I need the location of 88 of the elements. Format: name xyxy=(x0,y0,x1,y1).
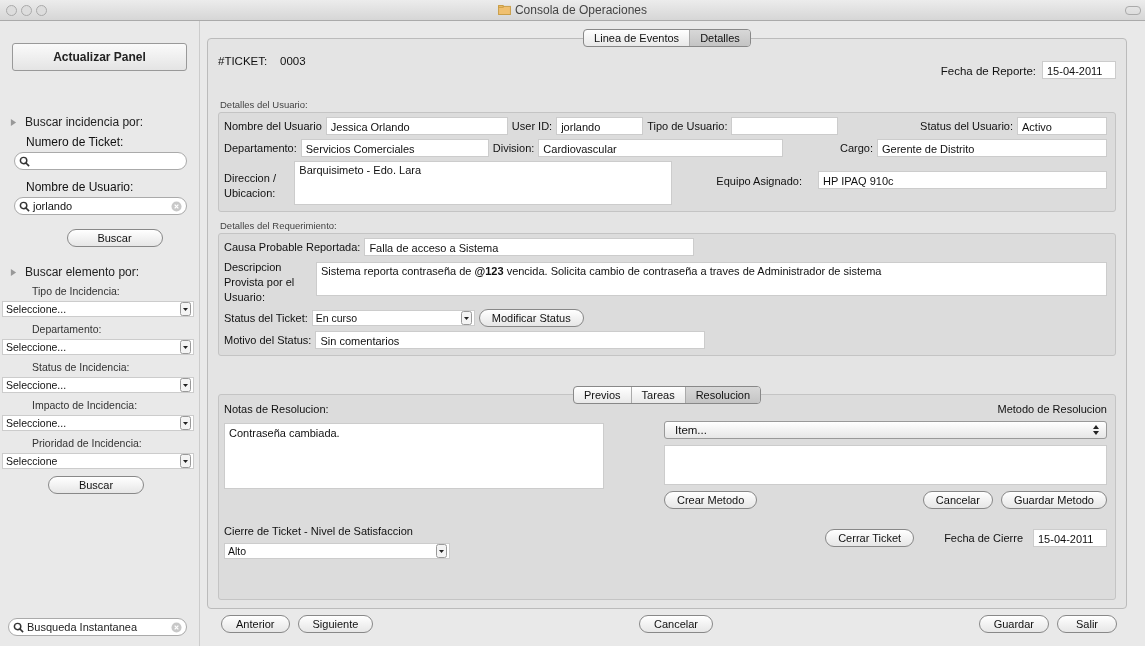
date-field[interactable]: 15-04-2011 xyxy=(1033,529,1107,547)
text-field[interactable]: jorlando xyxy=(556,117,644,135)
tab[interactable]: Resolucion xyxy=(685,387,761,403)
dropdown[interactable]: Alto xyxy=(224,543,450,559)
text-field[interactable]: Falla de acceso a Sistema xyxy=(364,238,695,256)
field-label: Notas de Resolucion: xyxy=(224,403,330,415)
filter-label: Impacto de Incidencia: xyxy=(32,399,139,411)
date-field[interactable]: 15-04-2011 xyxy=(1042,61,1116,79)
save-method-button[interactable]: Guardar Metodo xyxy=(1000,491,1107,509)
text-area[interactable]: Sistema reporta contraseña de @123 vencida. Solicita cambio de contraseña a traves de Administrador de sistema xyxy=(316,262,1107,296)
section-heading: Buscar elemento por: xyxy=(25,265,140,279)
field-label: Descripcion Provista por el Usuario: xyxy=(224,260,296,305)
clear-icon[interactable] xyxy=(171,621,182,633)
tab[interactable]: Detalles xyxy=(690,30,750,46)
text-field[interactable]: Servicios Comerciales xyxy=(300,139,489,157)
field-label: Status del Usuario: xyxy=(920,120,1013,132)
field-label: Causa Probable Reportada: xyxy=(224,241,361,253)
close-ticket-button[interactable]: Cerrar Ticket xyxy=(825,529,915,547)
field-label: Tipo de Usuario: xyxy=(647,120,728,132)
field-label: Metodo de Resolucion xyxy=(997,403,1107,415)
field-label: Division: xyxy=(492,142,535,154)
create-method-button[interactable]: Crear Metodo xyxy=(664,491,758,509)
ticket-number: 0003 xyxy=(280,55,306,67)
filter-label: Departamento: xyxy=(32,323,103,335)
field-label: Fecha de Reporte: xyxy=(940,65,1036,77)
footer-button[interactable]: Anterior xyxy=(221,615,290,633)
footer-button[interactable]: Cancelar xyxy=(639,615,714,633)
stepper-arrows-icon xyxy=(1092,424,1100,436)
field-label: Motivo del Status: xyxy=(224,334,312,346)
text-field[interactable]: Jessica Orlando xyxy=(325,117,508,135)
close-window-icon[interactable] xyxy=(6,4,17,16)
field-label: Numero de Ticket: xyxy=(26,135,125,149)
field-label: Departamento: xyxy=(224,142,297,154)
text-area[interactable]: Contraseña cambiada. xyxy=(224,423,604,489)
folder-icon xyxy=(497,5,511,15)
section-heading: Buscar incidencia por: xyxy=(25,115,144,129)
disclosure-triangle-icon[interactable] xyxy=(10,118,17,126)
search-field[interactable]: jorlando xyxy=(14,197,187,215)
field-label: Cargo: xyxy=(839,142,873,154)
modify-status-button[interactable]: Modificar Status xyxy=(478,309,584,327)
zoom-window-icon[interactable] xyxy=(36,4,47,16)
text-area[interactable] xyxy=(664,445,1107,485)
field-label: Equipo Asignado: xyxy=(716,175,802,187)
refresh-panel-button[interactable]: Actualizar Panel xyxy=(12,43,187,71)
dropdown[interactable]: Seleccione... xyxy=(2,415,194,431)
field-label: Direccion / Ubicacion: xyxy=(224,171,277,201)
text-field[interactable]: Activo xyxy=(1017,117,1107,135)
disclosure-triangle-icon[interactable] xyxy=(10,268,17,276)
footer-button[interactable]: Salir xyxy=(1057,615,1117,633)
dropdown[interactable]: Seleccione xyxy=(2,453,194,469)
search-field[interactable] xyxy=(14,152,187,170)
dropdown[interactable]: Seleccione... xyxy=(2,301,194,317)
ticket-label: #TICKET: xyxy=(218,55,269,67)
cancel-button[interactable]: Cancelar xyxy=(922,491,993,509)
text-field[interactable]: Gerente de Distrito xyxy=(877,139,1107,157)
instant-search-field[interactable]: Busqueda Instantanea xyxy=(8,618,187,636)
field-label: Fecha de Cierre xyxy=(944,532,1023,544)
field-label: Nombre del Usuario xyxy=(224,120,322,132)
filter-label: Tipo de Incidencia: xyxy=(32,285,121,297)
search-icon xyxy=(13,621,24,633)
search-icon xyxy=(19,200,30,212)
text-area[interactable]: Barquisimeto - Edo. Lara xyxy=(294,161,673,205)
field-label: User ID: xyxy=(511,120,553,132)
dropdown[interactable]: En curso xyxy=(311,310,475,326)
text-field[interactable]: HP IPAQ 910c xyxy=(818,171,1107,189)
window-title: Consola de Operaciones xyxy=(514,3,648,17)
filter-label: Prioridad de Incidencia: xyxy=(32,437,143,449)
group-title: Detalles del Requerimiento: xyxy=(220,220,338,231)
search-button[interactable]: Buscar xyxy=(48,476,144,494)
footer-button[interactable]: Siguiente xyxy=(297,615,374,633)
footer-button[interactable]: Guardar xyxy=(978,615,1049,633)
text-field[interactable]: Sin comentarios xyxy=(315,331,706,349)
tab[interactable]: Tareas xyxy=(631,387,686,403)
group-title: Detalles del Usuario: xyxy=(220,99,309,110)
text-field[interactable] xyxy=(731,117,839,135)
filter-label: Status de Incidencia: xyxy=(32,361,131,373)
field-label: Cierre de Ticket - Nivel de Satisfaccion xyxy=(224,525,414,537)
text-field[interactable]: Cardiovascular xyxy=(538,139,784,157)
toolbar-toggle-icon[interactable] xyxy=(1125,5,1141,15)
dropdown[interactable]: Seleccione... xyxy=(2,339,194,355)
clear-icon[interactable] xyxy=(171,200,182,212)
search-button[interactable]: Buscar xyxy=(66,229,163,247)
search-icon xyxy=(19,155,30,167)
minimize-window-icon[interactable] xyxy=(21,4,32,16)
field-label: Nombre de Usuario: xyxy=(26,180,135,194)
popup-button[interactable]: Item... xyxy=(664,421,1107,439)
dropdown[interactable]: Seleccione... xyxy=(2,377,194,393)
field-label: Status del Ticket: xyxy=(224,312,308,324)
